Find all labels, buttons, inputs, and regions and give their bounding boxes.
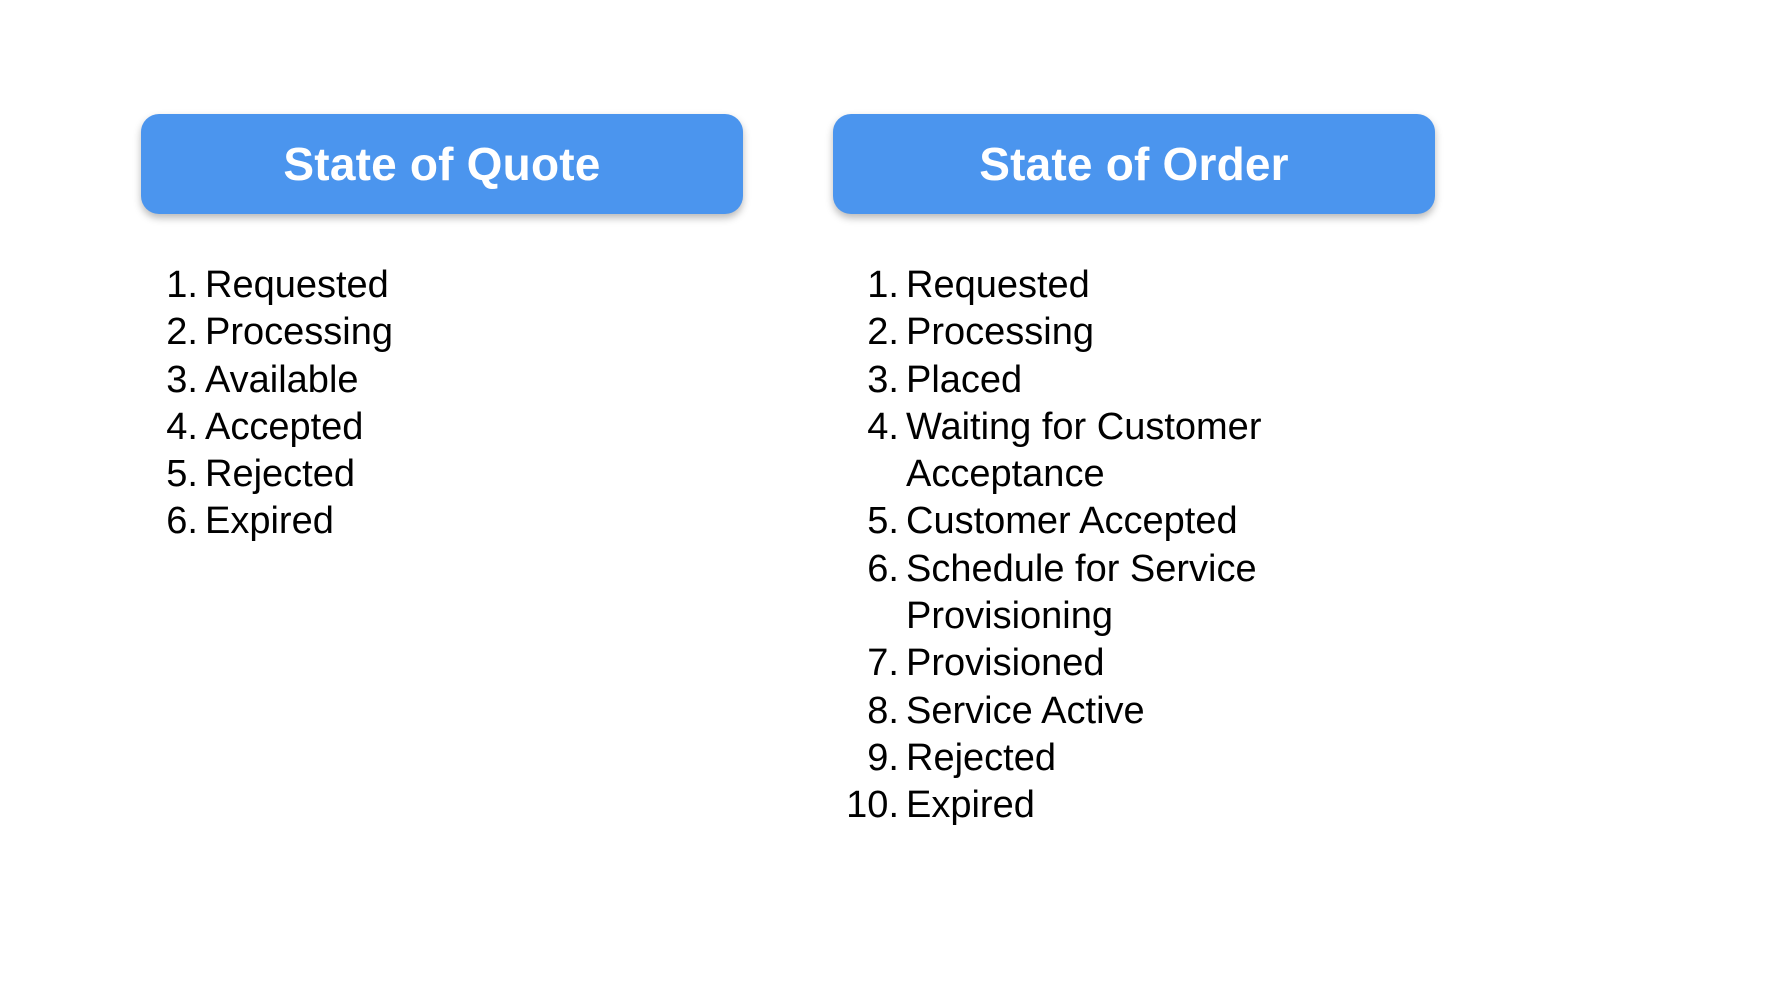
quote-states-list: 1. Requested 2. Processing 3. Available 4. A… [141, 262, 743, 546]
item-number: 1. [166, 264, 198, 306]
list-item: 6. Schedule for Service Provisioning [833, 546, 1435, 641]
order-states-list: 1. Requested 2. Processing 3. Placed 4. Wait… [833, 262, 1435, 830]
item-label: Rejected [906, 736, 1056, 779]
list-item: 5. Rejected [141, 451, 743, 498]
item-label: Schedule for Service Provisioning [906, 547, 1257, 638]
item-label: Processing [906, 311, 1094, 354]
item-number: 6. [867, 547, 899, 590]
list-item: 7. Provisioned [833, 640, 1435, 687]
item-label: Accepted [205, 405, 364, 448]
item-number: 5. [867, 500, 899, 543]
list-item: 2. Processing [141, 309, 743, 356]
list-item: 1. Requested [833, 262, 1435, 309]
list-item: 4. Accepted [141, 404, 743, 451]
item-number: 4. [166, 405, 198, 448]
list-item: 5. Customer Accepted [833, 498, 1435, 545]
list-item: 8. Service Active [833, 688, 1435, 735]
item-number: 6. [166, 500, 198, 543]
list-item: 6. Expired [141, 498, 743, 545]
item-number: 2. [166, 311, 198, 354]
order-states-column: State of Order 1. Requested 2. Processing … [833, 114, 1435, 830]
list-item: 1. Requested [141, 262, 743, 309]
list-item: 10. Expired [833, 782, 1435, 829]
item-label: Expired [205, 500, 334, 543]
order-header: State of Order [833, 114, 1435, 214]
list-item: 4. Waiting for Customer Acceptance [833, 404, 1435, 499]
item-label: Service Active [906, 689, 1145, 732]
item-label: Processing [205, 311, 393, 354]
item-number: 3. [166, 358, 198, 401]
item-label: Requested [205, 264, 389, 306]
list-item: 9. Rejected [833, 735, 1435, 782]
item-label: Customer Accepted [906, 500, 1238, 543]
item-number: 8. [867, 689, 899, 732]
item-number: 1. [867, 264, 899, 306]
item-number: 10. [846, 784, 899, 827]
quote-states-column: State of Quote 1. Requested 2. Processing … [141, 114, 743, 546]
item-label: Waiting for Customer Acceptance [906, 405, 1262, 496]
item-label: Expired [906, 784, 1035, 827]
list-item: 2. Processing [833, 309, 1435, 356]
item-number: 2. [867, 311, 899, 354]
item-label: Provisioned [906, 642, 1105, 685]
list-item: 3. Placed [833, 357, 1435, 404]
list-item: 3. Available [141, 357, 743, 404]
item-number: 9. [867, 736, 899, 779]
item-label: Rejected [205, 453, 355, 496]
quote-header: State of Quote [141, 114, 743, 214]
item-number: 3. [867, 358, 899, 401]
item-label: Placed [906, 358, 1023, 401]
item-label: Requested [906, 264, 1090, 306]
item-number: 5. [166, 453, 198, 496]
item-number: 4. [867, 405, 899, 448]
item-number: 7. [867, 642, 899, 685]
item-label: Available [205, 358, 359, 401]
order-title: State of Order [979, 138, 1289, 190]
quote-title: State of Quote [283, 138, 601, 190]
